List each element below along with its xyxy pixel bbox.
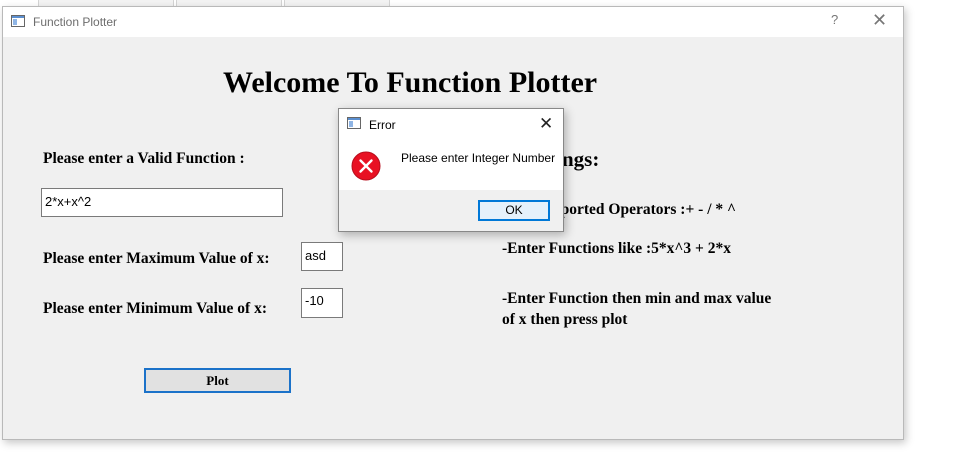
function-input[interactable]: 2*x+x^2 [41,188,283,217]
instructions-title: ngs: [562,147,600,171]
max-value-label: Please enter Maximum Value of x: [43,250,270,267]
dialog-window-icon [347,117,361,129]
dialog-footer: OK [339,190,563,231]
max-value-input[interactable]: asd [301,242,343,271]
page-title: Welcome To Function Plotter [223,66,598,99]
close-window-button[interactable]: ✕ [872,10,887,31]
min-value-label: Please enter Minimum Value of x: [43,300,268,317]
instruction-steps-line2: of x then press plot [502,311,628,328]
min-value-input[interactable]: -10 [301,288,343,318]
error-message: Please enter Integer Number [401,151,556,165]
instruction-operators: pported Operators :+ - / * ^ [552,201,737,218]
dialog-body: Please enter Integer Number [339,137,563,190]
error-dialog: Error ✕ Please enter Integer Number OK [338,108,564,232]
function-label: Please enter a Valid Function : [43,150,245,167]
app-window-icon [11,15,25,27]
window-titlebar[interactable]: Function Plotter ? ✕ [3,7,903,37]
help-button[interactable]: ? [831,12,838,27]
instruction-example: -Enter Functions like :5*x^3 + 2*x [502,240,731,257]
window-title: Function Plotter [33,15,118,29]
dialog-titlebar[interactable]: Error ✕ [339,109,563,137]
error-icon [351,151,381,181]
instruction-steps-line1: -Enter Function then min and max value [502,290,772,307]
dialog-title: Error [369,118,396,132]
dialog-close-button[interactable]: ✕ [539,114,553,134]
plot-button[interactable]: Plot [144,368,291,393]
ok-button[interactable]: OK [478,200,550,221]
